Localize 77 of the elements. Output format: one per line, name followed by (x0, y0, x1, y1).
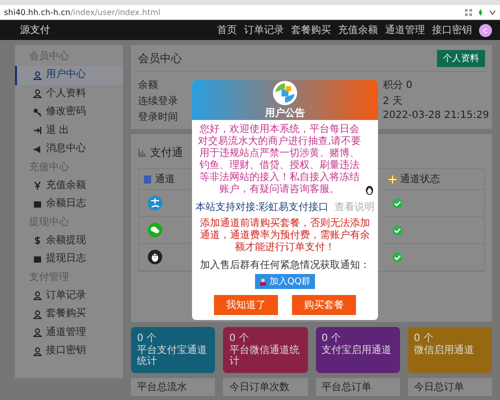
penguin-icon[interactable] (365, 184, 374, 195)
column-header: 通道 (155, 172, 175, 186)
sidebar-item[interactable]: 用户中心 (15, 66, 123, 84)
info-value: 2022-03-28 21:15:29 (382, 110, 489, 121)
stat-count: 0 个 (137, 332, 158, 344)
stat-label: 支付宝启用通道 (322, 345, 392, 356)
dialog-button[interactable]: 购买套餐 (292, 295, 356, 315)
sidebar-item[interactable]: 接口密钥 (15, 342, 123, 360)
stat-title: 平台总流水 (137, 382, 187, 393)
support-text: 本站支持对接:彩虹易支付接口 (195, 200, 329, 214)
info-label: 余额 (138, 78, 159, 92)
nav-link[interactable]: 首页 (217, 23, 237, 37)
stat-count: 0 个 (229, 332, 250, 344)
notice-text: 您好，欢迎使用本系统，平台每日会对交易流水大的商户进行抽查,请不要用于违规站点严禁一切涉黄、赌博、钓鱼、理财、借贷、授权、刷量违法等非法网站的接入！私自接入将冻结账户，有疑问请咨询客服。 (196, 124, 362, 196)
key-icon (33, 108, 42, 117)
list-icon (33, 254, 42, 264)
sidebar-item[interactable]: 退 出 (15, 122, 123, 140)
sidebar-item[interactable]: 余额提现 (15, 232, 123, 250)
panel-title: 会员中心 (138, 51, 182, 66)
stat-label: 微信启用通道 (414, 345, 475, 356)
document-icon (143, 174, 152, 184)
user-icon (33, 346, 42, 356)
sidebar-item[interactable]: 充值余额 (15, 176, 123, 195)
list-icon (33, 200, 42, 209)
stat-count: 0 个 (322, 332, 342, 344)
nav-link[interactable]: 充值余额 (338, 23, 378, 37)
alipay-icon (147, 195, 163, 211)
user-icon (33, 310, 42, 319)
wechat-icon (147, 222, 163, 238)
chevron-icon[interactable] (489, 8, 496, 16)
user-icon (33, 291, 42, 300)
sidebar-item[interactable]: 套餐购买 (15, 305, 123, 324)
logo-icon (271, 80, 299, 106)
grid-icon (388, 174, 397, 184)
yen-icon (33, 181, 42, 190)
penguin-icon (147, 249, 163, 265)
stat-title: 今日总订单 (414, 382, 464, 393)
pin-icon[interactable] (477, 8, 484, 16)
stat-title: 平台总订单 (322, 382, 372, 393)
instructions-link[interactable]: 查看说明 (334, 200, 375, 214)
dialog-title: 用户公告 (265, 106, 305, 120)
info-value: 2 天 (382, 95, 404, 108)
info-value: 积分 0 (382, 79, 414, 92)
megaphone-icon (33, 144, 42, 154)
bar-chart-icon (138, 148, 147, 157)
stat-label: 平台微信通道统计 (229, 345, 300, 367)
join-group-button[interactable]: 加入QQ群 (255, 274, 315, 289)
grid-icon[interactable] (465, 8, 472, 16)
brand-logo[interactable]: 源支付 (20, 23, 50, 37)
nav-link[interactable]: 接口密钥 (432, 23, 472, 37)
sidebar-item[interactable]: 个人资料 (15, 84, 123, 103)
dialog-button[interactable]: 我知道了 (214, 295, 278, 315)
sidebar-item[interactable]: 余额日志 (15, 195, 123, 214)
stat-count: 0 个 (414, 332, 434, 344)
info-label: 连续登录 (138, 94, 178, 108)
nav-link[interactable]: 订单记录 (244, 23, 284, 37)
user-icon (33, 70, 42, 80)
person-icon (259, 278, 268, 286)
column-header: 通道状态 (400, 172, 440, 186)
profile-button[interactable]: 个人资料 (437, 50, 485, 67)
user-icon (33, 89, 42, 98)
info-label: 登录时间 (138, 110, 178, 124)
nav-link[interactable]: 通道管理 (385, 23, 425, 37)
sidebar-item[interactable]: 修改密码 (15, 103, 123, 122)
sidebar-item[interactable]: 通道管理 (15, 324, 123, 342)
logout-icon (33, 126, 42, 136)
dollar-icon (33, 236, 42, 246)
join-text: 加入售后群有任何紧急情况获取通知： (200, 258, 370, 272)
warning-text: 添加通道前请购买套餐，否则无法添加通道，通道费率为预付费，需账户有余额才能进行订单支付！ (199, 218, 371, 254)
stat-label: 平台支付宝通道统计 (137, 345, 208, 367)
sidebar-item[interactable]: 提现日志 (15, 250, 123, 268)
stat-title: 今日订单次数 (229, 382, 290, 393)
user-icon (33, 328, 42, 338)
nav-link[interactable]: 套餐购买 (291, 23, 331, 37)
panel-title: 支付通 (150, 145, 183, 160)
sidebar-item[interactable]: 订单记录 (15, 286, 123, 305)
sidebar-item[interactable]: 消息中心 (15, 140, 123, 158)
